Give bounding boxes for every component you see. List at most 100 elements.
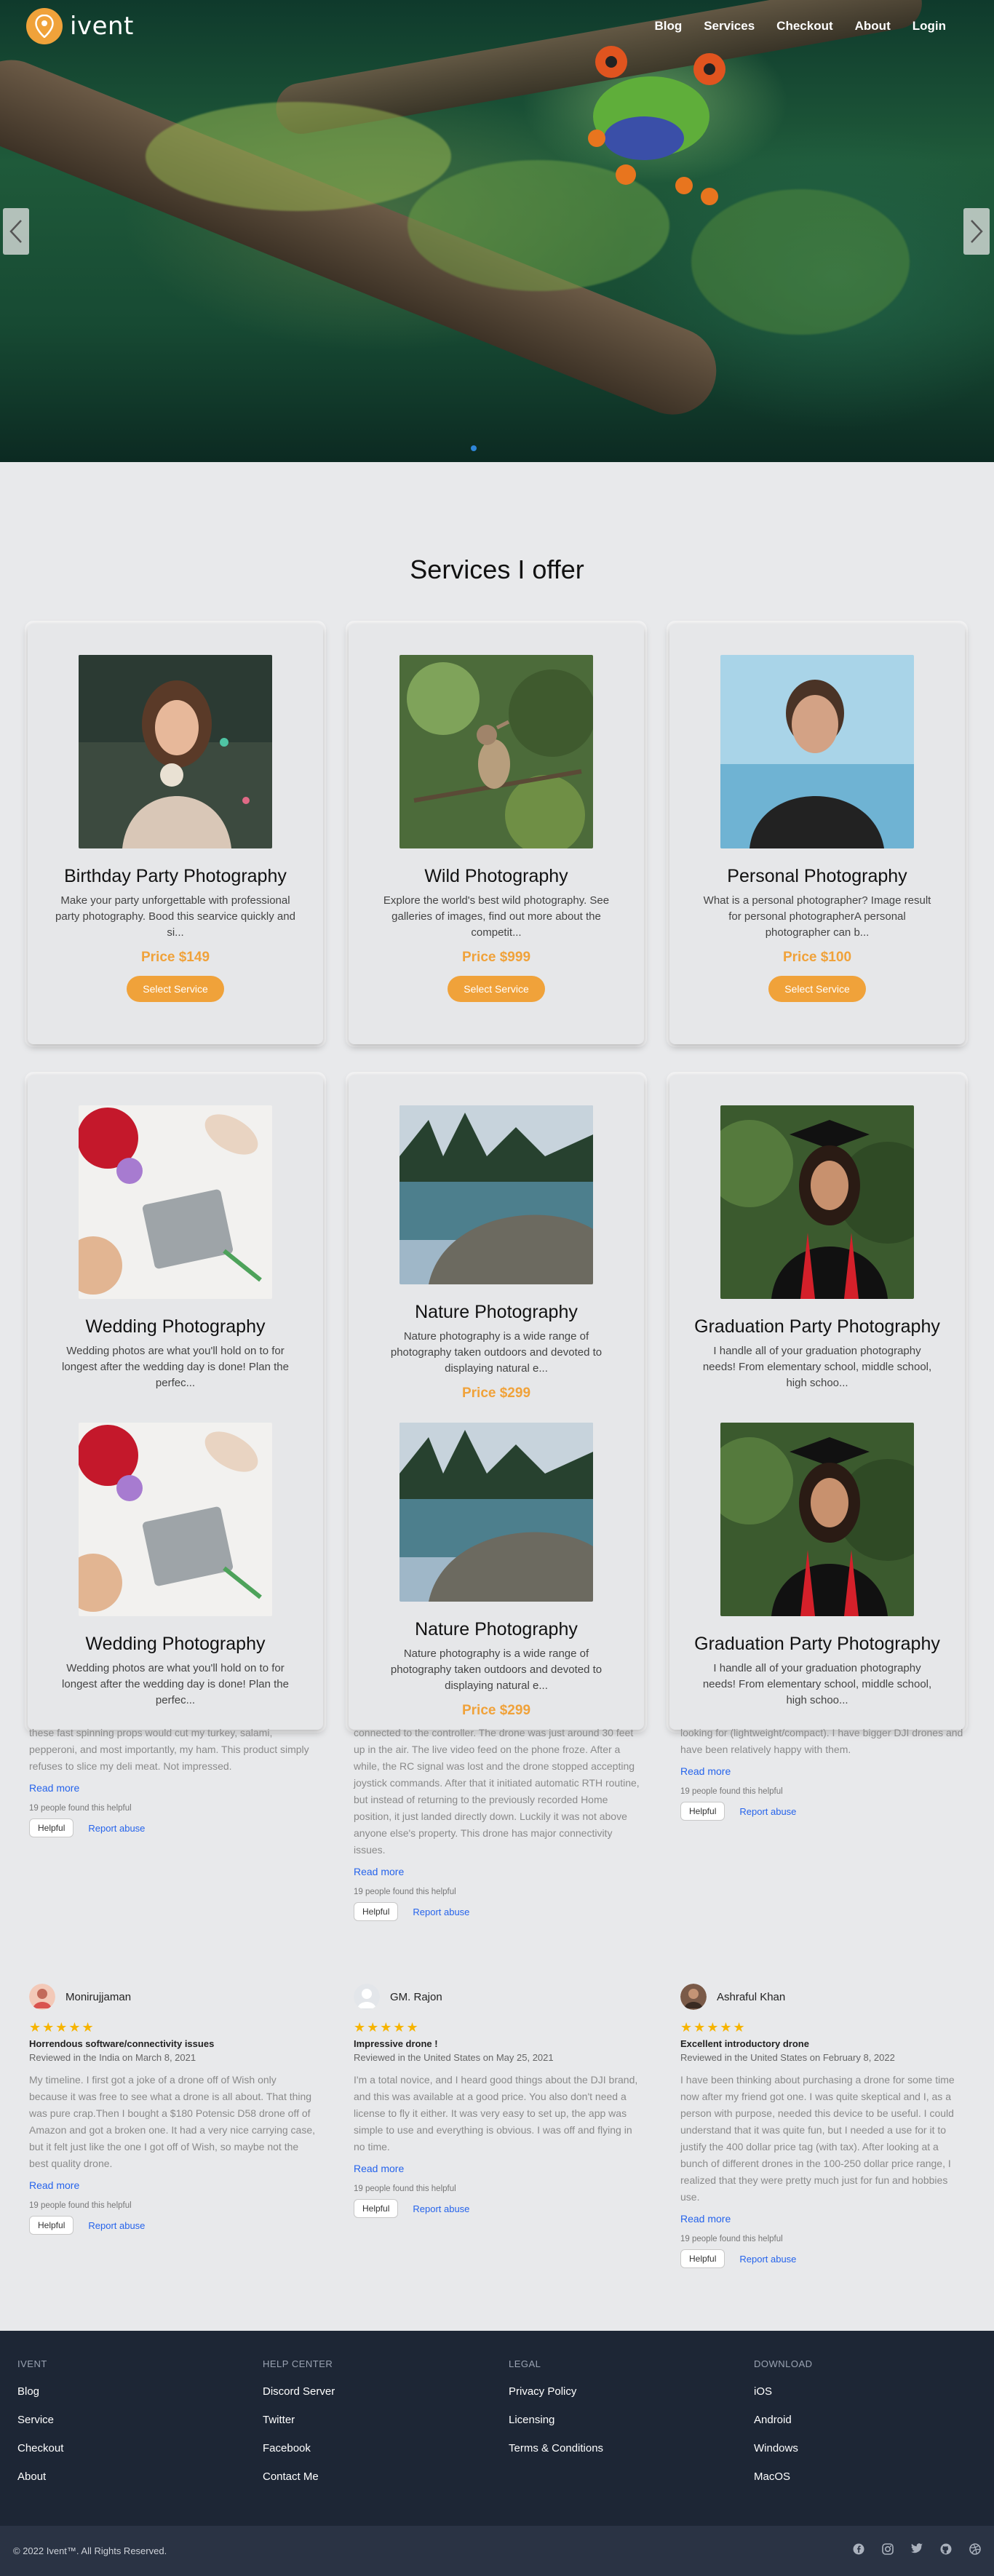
instagram-icon[interactable]	[882, 2543, 894, 2559]
service-card: Nature Photography Nature photography is…	[349, 1075, 644, 1730]
footer-link-privacy[interactable]: Privacy Policy	[509, 2385, 603, 2398]
carousel-dot[interactable]	[471, 445, 477, 451]
service-title: Graduation Party Photography	[694, 1316, 940, 1337]
service-description: Wedding photos are what you'll hold on t…	[62, 1345, 289, 1389]
report-abuse-link[interactable]: Report abuse	[88, 2220, 145, 2231]
footer-column: HELP CENTER Discord Server Twitter Faceb…	[263, 2358, 335, 2483]
footer-heading: IVENT	[17, 2358, 47, 2369]
service-card: Personal Photography What is a personal …	[669, 624, 965, 1044]
star-rating: ★★★★★	[680, 2020, 747, 2035]
personal-portrait-photo	[720, 655, 914, 848]
helpful-count: 19 people found this helpful	[354, 1888, 456, 1896]
nav-link-login[interactable]: Login	[913, 19, 946, 33]
footer-link-android[interactable]: Android	[754, 2414, 813, 2426]
review-text: I have been thinking about purchasing a …	[680, 2074, 955, 2203]
brand-logo[interactable]: ivent	[26, 8, 134, 44]
select-service-button[interactable]: Select Service	[768, 976, 866, 1002]
select-service-button[interactable]: Select Service	[448, 976, 545, 1002]
twitter-icon[interactable]	[911, 2543, 923, 2559]
read-more-link[interactable]: Read more	[29, 1782, 317, 1794]
footer-link-service[interactable]: Service	[17, 2414, 63, 2426]
avatar	[680, 1984, 707, 2010]
birthday-photo	[79, 655, 272, 848]
footer-link-blog[interactable]: Blog	[17, 2385, 63, 2398]
hero-moss	[146, 102, 451, 211]
footer-link-contact[interactable]: Contact Me	[263, 2470, 335, 2483]
service-price: Price $299	[461, 1386, 531, 1401]
service-title: Wild Photography	[424, 866, 568, 886]
service-card: Wedding Photography Wedding photos are w…	[28, 1075, 323, 1730]
review-text: looking for (lightweight/compact). I hav…	[680, 1727, 963, 1755]
carousel-prev-button[interactable]	[3, 208, 29, 255]
service-description: Wedding photos are what you'll hold on t…	[62, 1662, 289, 1706]
footer-heading: LEGAL	[509, 2358, 541, 2369]
read-more-link[interactable]: Read more	[29, 2179, 317, 2191]
read-more-link[interactable]: Read more	[354, 1866, 641, 1877]
chevron-left-icon	[9, 220, 22, 243]
review-text: connected to the controller. The drone w…	[354, 1727, 640, 1856]
review-title: Impressive drone !	[354, 2038, 438, 2049]
footer-link-macos[interactable]: MacOS	[754, 2470, 813, 2483]
helpful-count: 19 people found this helpful	[680, 2235, 783, 2243]
read-more-link[interactable]: Read more	[354, 2163, 641, 2174]
wedding-photo	[79, 1105, 272, 1299]
footer-link-checkout[interactable]: Checkout	[17, 2442, 63, 2454]
footer-link-facebook[interactable]: Facebook	[263, 2442, 335, 2454]
helpful-button[interactable]: Helpful	[29, 2216, 74, 2235]
review-meta: Reviewed in the United States on May 25,…	[354, 2052, 554, 2063]
service-description: Explore the world's best wild photograph…	[383, 894, 610, 939]
report-abuse-link[interactable]: Report abuse	[413, 1907, 469, 1917]
footer-link-windows[interactable]: Windows	[754, 2442, 813, 2454]
nav-link-checkout[interactable]: Checkout	[776, 19, 832, 33]
wedding-photo	[79, 1423, 272, 1616]
service-price: Price $999	[461, 950, 531, 965]
carousel-indicators	[471, 445, 477, 451]
service-card: Graduation Party Photography I handle al…	[669, 1075, 965, 1730]
map-pin-icon	[26, 8, 63, 44]
github-icon[interactable]	[940, 2543, 952, 2559]
dribbble-icon[interactable]	[969, 2543, 981, 2559]
helpful-button[interactable]: Helpful	[354, 2199, 399, 2218]
select-service-button[interactable]: Select Service	[127, 976, 224, 1002]
footer-column: IVENT Blog Service Checkout About	[17, 2358, 63, 2483]
review-meta: Reviewed in the United States on Februar…	[680, 2052, 895, 2063]
service-description: Nature photography is a wide range of ph…	[390, 1647, 603, 1692]
report-abuse-link[interactable]: Report abuse	[413, 2203, 469, 2214]
nav-link-services[interactable]: Services	[704, 19, 755, 33]
review-card: Ashraful Khan ★★★★★ Excellent introducto…	[680, 1984, 968, 2268]
report-abuse-link[interactable]: Report abuse	[739, 1806, 796, 1817]
reviewer-name: Monirujjaman	[65, 1990, 132, 2003]
footer-link-licensing[interactable]: Licensing	[509, 2414, 603, 2426]
read-more-link[interactable]: Read more	[680, 2213, 968, 2225]
helpful-count: 19 people found this helpful	[29, 2201, 132, 2210]
carousel-next-button[interactable]	[963, 208, 990, 255]
report-abuse-link[interactable]: Report abuse	[739, 2254, 796, 2265]
graduation-photo	[720, 1105, 914, 1299]
helpful-button[interactable]: Helpful	[680, 1802, 725, 1821]
service-card: Wild Photography Explore the world's bes…	[349, 624, 644, 1044]
service-title: Nature Photography	[415, 1619, 578, 1639]
report-abuse-link[interactable]: Report abuse	[88, 1823, 145, 1834]
nav-link-about[interactable]: About	[855, 19, 891, 33]
service-title: Birthday Party Photography	[64, 866, 287, 886]
helpful-count: 19 people found this helpful	[354, 2185, 456, 2193]
chevron-right-icon	[971, 220, 983, 243]
footer-link-ios[interactable]: iOS	[754, 2385, 813, 2398]
service-description: Make your party unforgettable with profe…	[55, 894, 295, 939]
facebook-icon[interactable]	[853, 2543, 864, 2559]
footer-link-twitter[interactable]: Twitter	[263, 2414, 335, 2426]
copyright: © 2022 Ivent™. All Rights Reserved.	[13, 2545, 167, 2556]
helpful-button[interactable]: Helpful	[680, 2249, 725, 2268]
service-title: Wedding Photography	[85, 1634, 266, 1654]
service-price: Price $149	[140, 950, 210, 965]
footer-link-about[interactable]: About	[17, 2470, 63, 2483]
star-rating: ★★★★★	[354, 2020, 420, 2035]
read-more-link[interactable]: Read more	[680, 1765, 968, 1777]
nav-link-blog[interactable]: Blog	[654, 19, 682, 33]
footer-link-discord[interactable]: Discord Server	[263, 2385, 335, 2398]
footer-link-terms[interactable]: Terms & Conditions	[509, 2442, 603, 2454]
service-title: Nature Photography	[415, 1302, 578, 1322]
helpful-count: 19 people found this helpful	[680, 1787, 783, 1796]
helpful-button[interactable]: Helpful	[354, 1902, 399, 1921]
helpful-button[interactable]: Helpful	[29, 1818, 74, 1837]
